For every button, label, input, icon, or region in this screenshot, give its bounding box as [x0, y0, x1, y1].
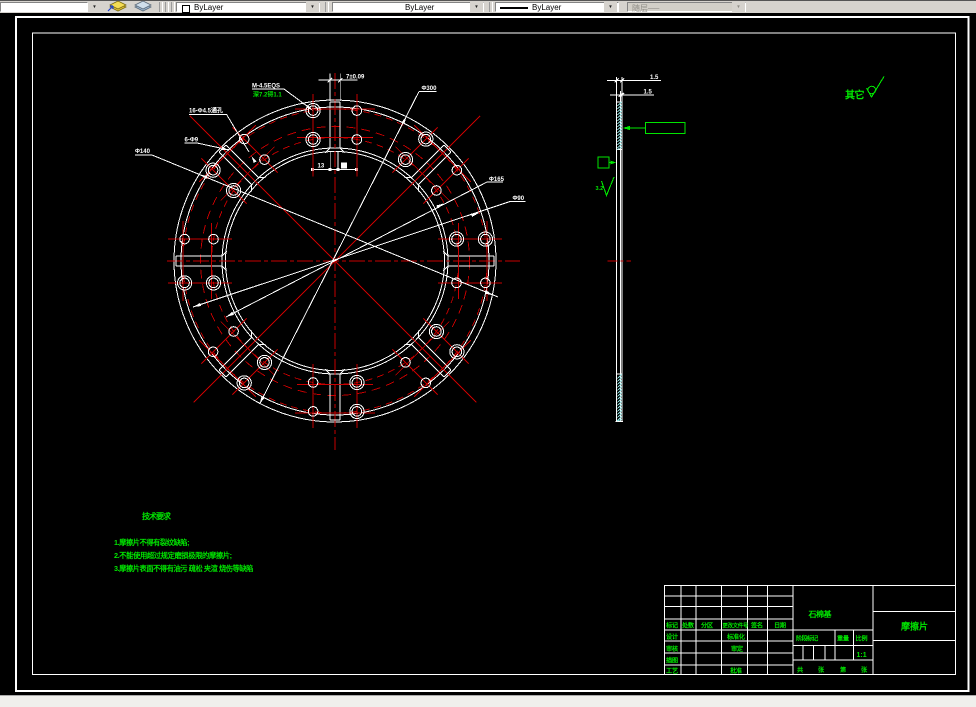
svg-text:工艺: 工艺: [666, 667, 678, 675]
svg-text:审核: 审核: [666, 645, 679, 653]
svg-text:审定: 审定: [731, 645, 744, 653]
svg-text:阶段标记: 阶段标记: [796, 635, 819, 643]
svg-text:1.摩擦片不得有裂纹缺陷;: 1.摩擦片不得有裂纹缺陷;: [114, 538, 189, 547]
svg-text:分区: 分区: [701, 622, 714, 630]
svg-text:重量: 重量: [837, 635, 850, 643]
svg-text:Φ90: Φ90: [513, 196, 525, 202]
svg-text:标准化: 标准化: [726, 633, 746, 641]
svg-text:1.5: 1.5: [644, 90, 653, 96]
svg-text:标记: 标记: [665, 622, 679, 630]
svg-text:石棉基: 石棉基: [808, 609, 833, 619]
svg-text:更改文件号: 更改文件号: [723, 622, 749, 630]
svg-text:摩擦片: 摩擦片: [901, 621, 928, 632]
svg-text:1.5: 1.5: [650, 75, 659, 81]
svg-text:Φ300: Φ300: [422, 86, 438, 92]
svg-text:张: 张: [861, 666, 868, 674]
svg-text:其它: 其它: [845, 89, 865, 102]
svg-text:Φ165: Φ165: [489, 177, 505, 183]
svg-text:设计: 设计: [666, 633, 679, 641]
svg-text:3.2: 3.2: [596, 186, 604, 192]
svg-text:批准: 批准: [730, 667, 743, 675]
svg-text:深7.2锊1.1: 深7.2锊1.1: [253, 91, 282, 99]
svg-text:处数: 处数: [681, 622, 695, 630]
svg-text:1:1: 1:1: [857, 652, 867, 659]
svg-text:描图: 描图: [666, 656, 678, 664]
svg-text:比例: 比例: [856, 635, 868, 643]
svg-text:日期: 日期: [774, 622, 786, 630]
svg-text:13: 13: [318, 164, 325, 170]
svg-text:共: 共: [797, 666, 804, 674]
svg-text:Φ140: Φ140: [135, 149, 151, 155]
svg-text:16-Φ4.5通孔: 16-Φ4.5通孔: [189, 107, 223, 115]
svg-text:6-Φ9: 6-Φ9: [185, 138, 199, 144]
svg-text:2.不能使用超过规定磨损极限的摩擦片;: 2.不能使用超过规定磨损极限的摩擦片;: [114, 551, 232, 560]
svg-text:7±0.09: 7±0.09: [346, 75, 365, 81]
svg-text:3.摩擦片表面不得有油污 疏松 夹渲 烧伤等缺陷: 3.摩擦片表面不得有油污 疏松 夹渲 烧伤等缺陷: [114, 564, 253, 573]
svg-text:张: 张: [818, 666, 825, 674]
svg-text:签名: 签名: [750, 622, 763, 630]
svg-text:技术要求: 技术要求: [142, 511, 172, 521]
svg-text:第: 第: [839, 666, 846, 674]
